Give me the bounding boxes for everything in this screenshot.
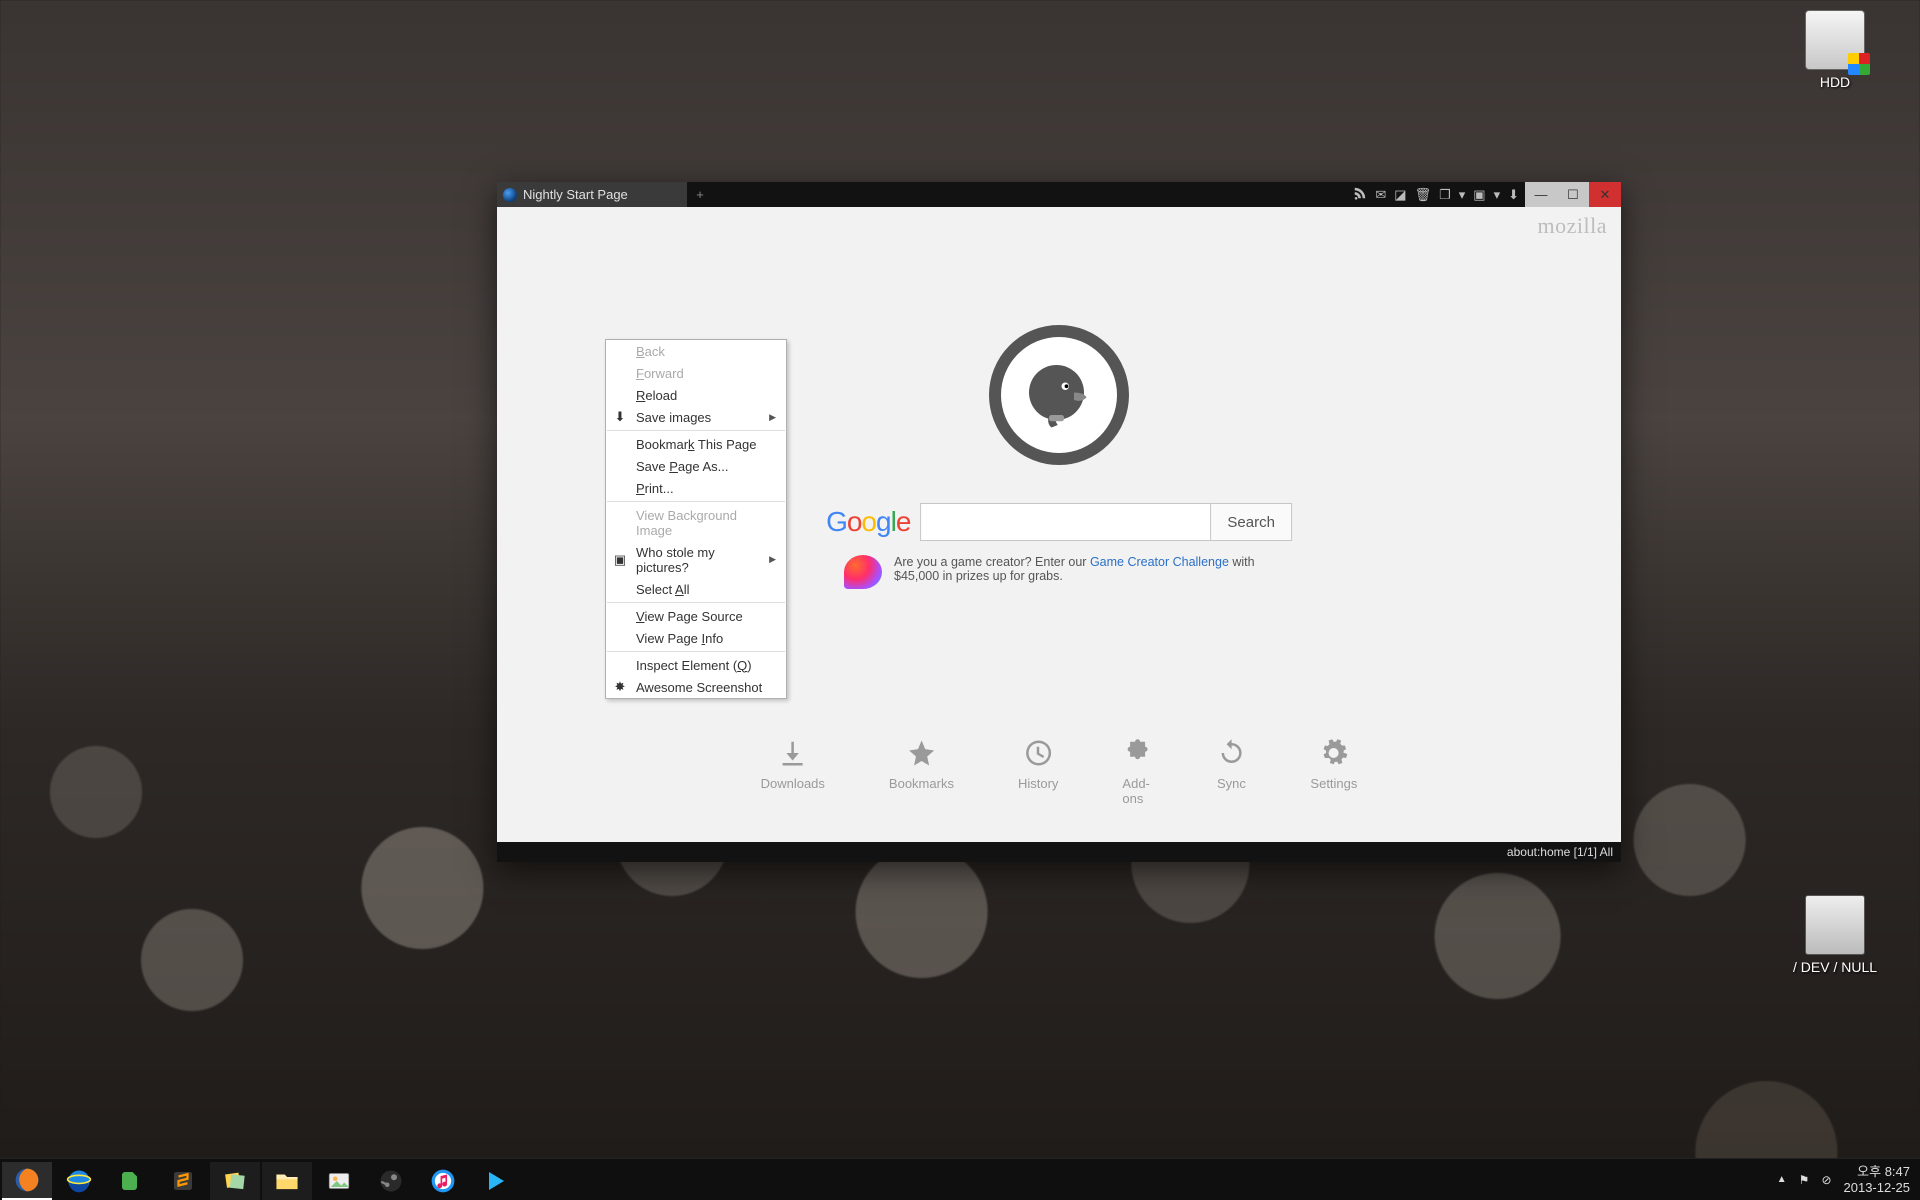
desktop-icon-hdd[interactable]: HDD <box>1790 10 1880 90</box>
launcher-sync[interactable]: Sync <box>1216 738 1246 806</box>
window-close-button[interactable]: ✕ <box>1589 182 1621 207</box>
brand-label: mozilla <box>1538 213 1607 239</box>
download-icon <box>778 738 808 768</box>
context-view-bg-image: View Background Image <box>606 504 786 541</box>
evernote-icon <box>119 1169 143 1193</box>
promo-link[interactable]: Game Creator Challenge <box>1090 555 1229 569</box>
tray-flag-icon[interactable]: ⚑ <box>1799 1173 1810 1187</box>
browser-tab[interactable]: Nightly Start Page <box>497 182 687 207</box>
context-menu: Back Forward Reload ⬇ Save images▶ Bookm… <box>605 339 787 699</box>
taskbar-pictures[interactable] <box>314 1162 364 1200</box>
system-clock[interactable]: 오후 8:47 2013-12-25 <box>1844 1164 1911 1195</box>
context-view-source[interactable]: View Page Source <box>606 605 786 627</box>
download-icon[interactable]: ⬇ <box>1508 187 1519 203</box>
search-button[interactable]: Search <box>1210 503 1292 541</box>
taskbar-media[interactable] <box>470 1162 520 1200</box>
internet-explorer-icon <box>66 1168 92 1194</box>
sublime-icon <box>171 1169 195 1193</box>
window-minimize-button[interactable]: — <box>1525 182 1557 207</box>
taskbar-itunes[interactable] <box>418 1162 468 1200</box>
launcher-downloads[interactable]: Downloads <box>761 738 825 806</box>
itunes-icon <box>430 1168 456 1194</box>
context-save-page-as[interactable]: Save Page As... <box>606 455 786 477</box>
context-select-all[interactable]: Select All <box>606 578 786 600</box>
search-input[interactable] <box>920 503 1210 541</box>
recycle-icon <box>1805 895 1865 955</box>
sync-icon <box>1216 738 1246 768</box>
window-maximize-button[interactable]: ☐ <box>1557 182 1589 207</box>
dropdown-icon[interactable]: ▾ <box>1459 187 1466 203</box>
launcher-addons[interactable]: Add-ons <box>1122 738 1152 806</box>
pictures-icon: ▣ <box>612 552 628 568</box>
aperture-icon: ✸ <box>612 679 628 695</box>
gear-icon <box>1319 738 1349 768</box>
taskbar-firefox[interactable] <box>2 1162 52 1200</box>
context-inspect-element[interactable]: Inspect Element (Q) <box>606 654 786 676</box>
taskbar-steam[interactable] <box>366 1162 416 1200</box>
desktop-icon-label: HDD <box>1820 74 1850 90</box>
desktop-icon-recycle[interactable]: / DEV / NULL <box>1790 895 1880 975</box>
toolbar-icons: ✉ ◪ 🗑 ❐ ▾ ▣ ▾ ⬇ <box>1347 182 1525 207</box>
taskbar-stickynotes[interactable] <box>210 1162 260 1200</box>
firefox-nightly-icon <box>503 188 517 202</box>
steam-icon <box>379 1169 403 1193</box>
chevron-right-icon: ▶ <box>769 412 776 423</box>
launcher-row: Downloads Bookmarks History Add-ons Sync… <box>761 738 1358 806</box>
tray-chevron-icon[interactable]: ▲ <box>1777 1174 1787 1185</box>
firefox-icon <box>14 1167 40 1193</box>
search-row: Google Search <box>826 503 1292 541</box>
play-icon <box>483 1169 507 1193</box>
context-print[interactable]: Print... <box>606 477 786 499</box>
tab-bar: Nightly Start Page + ✉ ◪ 🗑 ❐ ▾ ▣ ▾ ⬇ — ☐… <box>497 182 1621 207</box>
duckduckgo-logo <box>989 325 1129 465</box>
context-back: Back <box>606 340 786 362</box>
chevron-right-icon: ▶ <box>769 554 776 565</box>
clock-icon <box>1023 738 1053 768</box>
promo-icon <box>844 555 882 589</box>
new-tab-button[interactable]: + <box>687 182 713 207</box>
context-awesome-screenshot[interactable]: ✸ Awesome Screenshot <box>606 676 786 698</box>
hdd-icon <box>1805 10 1865 70</box>
tab-title: Nightly Start Page <box>523 187 628 202</box>
separator <box>607 501 785 502</box>
trash-icon[interactable]: 🗑 <box>1415 187 1432 203</box>
google-logo: Google <box>826 506 910 538</box>
star-icon <box>906 738 936 768</box>
mail-icon[interactable]: ✉ <box>1375 187 1386 203</box>
context-bookmark-page[interactable]: Bookmark This Page <box>606 433 786 455</box>
taskbar-sublime[interactable] <box>158 1162 208 1200</box>
rss-icon[interactable] <box>1353 186 1367 203</box>
context-who-stole[interactable]: ▣ Who stole my pictures?▶ <box>606 541 786 578</box>
separator <box>607 602 785 603</box>
folder-icon <box>274 1168 300 1194</box>
context-reload[interactable]: Reload <box>606 384 786 406</box>
sticky-notes-icon <box>223 1169 247 1193</box>
desktop-icon-label: / DEV / NULL <box>1793 959 1877 975</box>
context-view-info[interactable]: View Page Info <box>606 627 786 649</box>
context-forward: Forward <box>606 362 786 384</box>
puzzle-icon <box>1122 738 1152 768</box>
duplicate-icon[interactable]: ❐ <box>1439 187 1451 203</box>
tray-network-icon[interactable]: ⊘ <box>1821 1173 1831 1187</box>
separator <box>607 430 785 431</box>
image-icon <box>327 1169 351 1193</box>
separator <box>607 651 785 652</box>
taskbar-evernote[interactable] <box>106 1162 156 1200</box>
promo-text: Are you a game creator? Enter our Game C… <box>894 555 1274 589</box>
status-text: about:home [1/1] All <box>1507 845 1613 859</box>
launcher-bookmarks[interactable]: Bookmarks <box>889 738 954 806</box>
image-icon[interactable]: ▣ <box>1473 187 1485 203</box>
promo-row: Are you a game creator? Enter our Game C… <box>844 555 1274 589</box>
status-bar: about:home [1/1] All <box>497 842 1621 862</box>
taskbar-explorer[interactable] <box>262 1162 312 1200</box>
launcher-history[interactable]: History <box>1018 738 1058 806</box>
taskbar: ▲ ⚑ ⊘ 오후 8:47 2013-12-25 <box>0 1158 1920 1200</box>
shield-icon[interactable]: ◪ <box>1394 187 1406 203</box>
dropdown-icon[interactable]: ▾ <box>1494 187 1501 203</box>
launcher-settings[interactable]: Settings <box>1310 738 1357 806</box>
download-icon: ⬇ <box>612 409 628 425</box>
taskbar-ie[interactable] <box>54 1162 104 1200</box>
context-save-images[interactable]: ⬇ Save images▶ <box>606 406 786 428</box>
